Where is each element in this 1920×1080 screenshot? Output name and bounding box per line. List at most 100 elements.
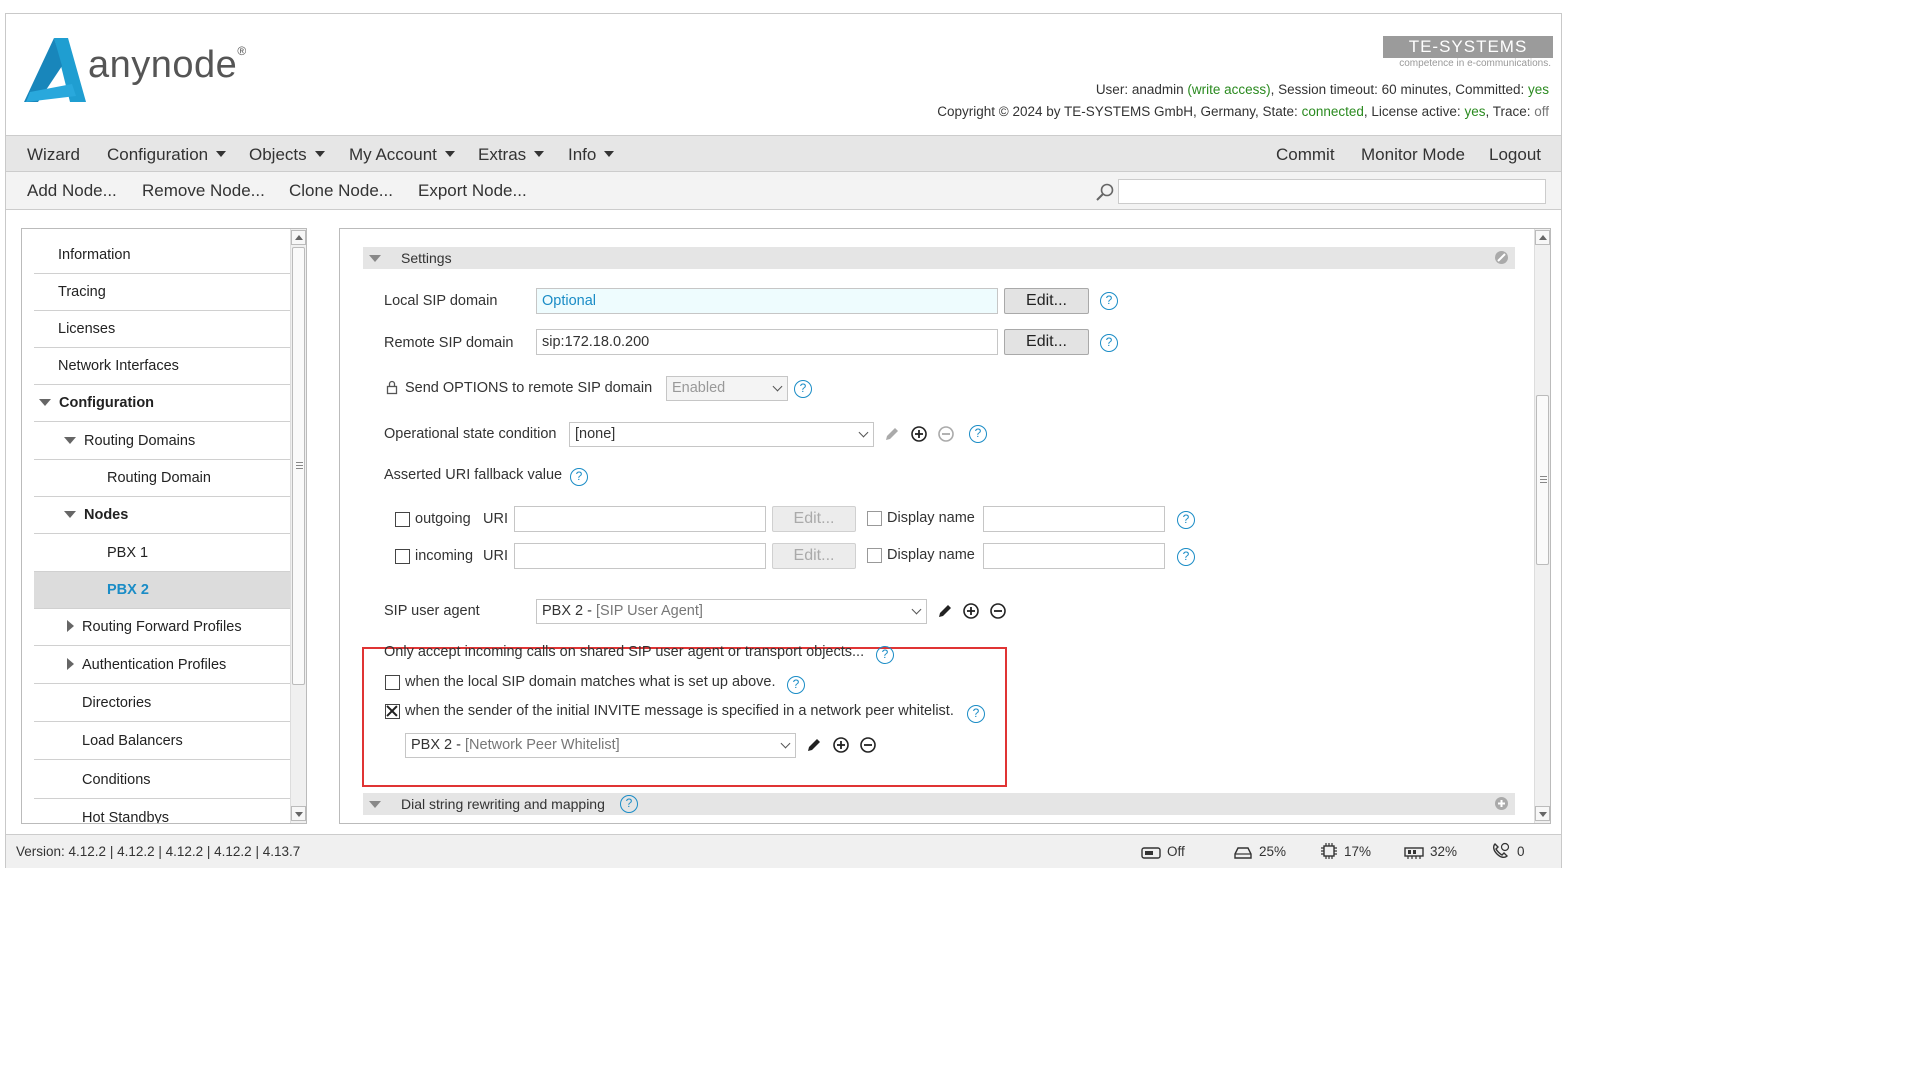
help-icon[interactable]: ? — [1100, 292, 1118, 310]
help-icon[interactable]: ? — [787, 676, 805, 694]
send-options-select[interactable]: Enabled — [666, 376, 788, 401]
sidebar-item-authentication-profiles[interactable]: Authentication Profiles — [34, 647, 294, 684]
help-icon[interactable]: ? — [876, 646, 894, 664]
collapse-icon[interactable] — [64, 437, 76, 444]
help-icon[interactable]: ? — [1177, 511, 1195, 529]
sip-user-agent-select[interactable]: PBX 2 - [SIP User Agent] — [536, 599, 927, 624]
collapse-section-icon[interactable] — [1494, 250, 1509, 265]
outgoing-display-name-checkbox[interactable] — [867, 511, 882, 526]
commit-button[interactable]: Commit — [1276, 136, 1335, 173]
help-icon[interactable]: ? — [1100, 334, 1118, 352]
outgoing-display-name-input[interactable] — [983, 506, 1165, 532]
menu-info[interactable]: Info — [568, 136, 615, 173]
incoming-display-name-label: Display name — [887, 547, 975, 563]
brand-tagline: competence in e-communications. — [1399, 58, 1551, 69]
content-scrollbar[interactable] — [1534, 229, 1550, 823]
collapse-icon[interactable] — [39, 399, 51, 406]
edit-pencil-icon[interactable] — [805, 736, 823, 754]
dial-string-section-header[interactable]: Dial string rewriting and mapping ? — [363, 793, 1515, 815]
settings-section-header[interactable]: Settings — [363, 247, 1515, 269]
remove-circle-icon[interactable] — [989, 602, 1007, 620]
search-input[interactable] — [1118, 179, 1546, 204]
remove-circle-icon[interactable] — [937, 425, 955, 443]
expand-icon[interactable] — [67, 658, 74, 670]
help-icon[interactable]: ? — [620, 795, 638, 813]
remote-sip-domain-edit-button[interactable]: Edit... — [1004, 329, 1089, 355]
scroll-down-button[interactable] — [291, 806, 306, 821]
add-node-button[interactable]: Add Node... — [27, 172, 117, 210]
local-sip-domain-edit-button[interactable]: Edit... — [1004, 288, 1089, 314]
scroll-up-button[interactable] — [1535, 230, 1550, 245]
menu-objects[interactable]: Objects — [249, 136, 325, 173]
incoming-uri-label: URI — [483, 548, 508, 564]
menu-configuration[interactable]: Configuration — [107, 136, 227, 173]
add-circle-icon[interactable] — [832, 736, 850, 754]
clone-node-button[interactable]: Clone Node... — [289, 172, 393, 210]
sidebar-item-pbx-2[interactable]: PBX 2 — [34, 572, 294, 609]
navigation-tree: Information Tracing Licenses Network Int… — [21, 228, 307, 824]
logout-button[interactable]: Logout — [1489, 136, 1541, 173]
sidebar-item-network-interfaces[interactable]: Network Interfaces — [34, 348, 294, 385]
send-options-label: Send OPTIONS to remote SIP domain — [405, 380, 653, 396]
export-node-button[interactable]: Export Node... — [418, 172, 527, 210]
sidebar-item-routing-domains[interactable]: Routing Domains — [34, 423, 294, 460]
sidebar-item-licenses[interactable]: Licenses — [34, 311, 294, 348]
collapse-icon[interactable] — [369, 255, 381, 262]
whitelist-match-checkbox[interactable] — [385, 704, 400, 719]
remote-sip-domain-input[interactable]: sip:172.18.0.200 — [536, 329, 998, 355]
sidebar-item-configuration[interactable]: Configuration — [34, 385, 294, 422]
incoming-display-name-checkbox[interactable] — [867, 548, 882, 563]
collapse-icon[interactable] — [369, 801, 381, 808]
cpu-usage: 17% — [1320, 835, 1371, 869]
remote-sip-domain-label: Remote SIP domain — [384, 335, 514, 351]
chevron-down-icon — [911, 604, 922, 615]
sidebar-item-routing-forward-profiles[interactable]: Routing Forward Profiles — [34, 609, 294, 646]
sidebar-item-hot-standbys[interactable]: Hot Standbys — [34, 800, 294, 823]
local-domain-match-checkbox[interactable] — [385, 675, 400, 690]
add-circle-icon[interactable] — [962, 602, 980, 620]
help-icon[interactable]: ? — [969, 425, 987, 443]
sidebar-item-load-balancers[interactable]: Load Balancers — [34, 723, 294, 760]
edit-pencil-icon[interactable] — [936, 602, 954, 620]
sidebar-item-directories[interactable]: Directories — [34, 685, 294, 722]
add-circle-icon[interactable] — [910, 425, 928, 443]
menu-extras[interactable]: Extras — [478, 136, 545, 173]
help-icon[interactable]: ? — [570, 468, 588, 486]
sidebar-item-information[interactable]: Information — [34, 237, 294, 274]
scroll-down-button[interactable] — [1535, 806, 1550, 821]
expand-icon[interactable] — [67, 620, 74, 632]
sidebar-item-tracing[interactable]: Tracing — [34, 274, 294, 311]
outgoing-uri-edit-button[interactable]: Edit... — [772, 506, 856, 532]
remove-node-button[interactable]: Remove Node... — [142, 172, 265, 210]
scroll-up-button[interactable] — [291, 230, 306, 245]
monitor-mode-button[interactable]: Monitor Mode — [1361, 136, 1465, 173]
network-peer-whitelist-select[interactable]: PBX 2 - [Network Peer Whitelist] — [405, 733, 796, 758]
help-icon[interactable]: ? — [967, 705, 985, 723]
menu-wizard[interactable]: Wizard — [27, 136, 80, 173]
outgoing-uri-input[interactable] — [514, 506, 766, 532]
menu-my-account[interactable]: My Account — [349, 136, 455, 173]
sidebar-item-routing-domain[interactable]: Routing Domain — [34, 460, 294, 497]
scroll-thumb[interactable] — [1536, 395, 1549, 565]
sidebar-item-conditions[interactable]: Conditions — [34, 762, 294, 799]
help-icon[interactable]: ? — [1177, 548, 1195, 566]
incoming-uri-edit-button[interactable]: Edit... — [772, 543, 856, 569]
standby-status: Off — [1141, 835, 1185, 869]
scroll-thumb[interactable] — [292, 247, 305, 685]
sidebar-scrollbar[interactable] — [290, 229, 306, 823]
sidebar-item-pbx-1[interactable]: PBX 1 — [34, 535, 294, 572]
status-bar: Version: 4.12.2 | 4.12.2 | 4.12.2 | 4.12… — [6, 834, 1561, 868]
remove-circle-icon[interactable] — [859, 736, 877, 754]
edit-pencil-icon[interactable] — [883, 425, 901, 443]
help-icon[interactable]: ? — [794, 380, 812, 398]
collapse-icon[interactable] — [64, 511, 76, 518]
incoming-uri-input[interactable] — [514, 543, 766, 569]
local-sip-domain-input[interactable]: Optional — [536, 288, 998, 314]
expand-section-icon[interactable] — [1494, 796, 1509, 811]
incoming-checkbox[interactable] — [395, 549, 410, 564]
sidebar-item-nodes[interactable]: Nodes — [34, 497, 294, 534]
operational-state-select[interactable]: [none] — [569, 422, 874, 447]
sip-user-agent-label: SIP user agent — [384, 603, 480, 619]
outgoing-checkbox[interactable] — [395, 512, 410, 527]
incoming-display-name-input[interactable] — [983, 543, 1165, 569]
